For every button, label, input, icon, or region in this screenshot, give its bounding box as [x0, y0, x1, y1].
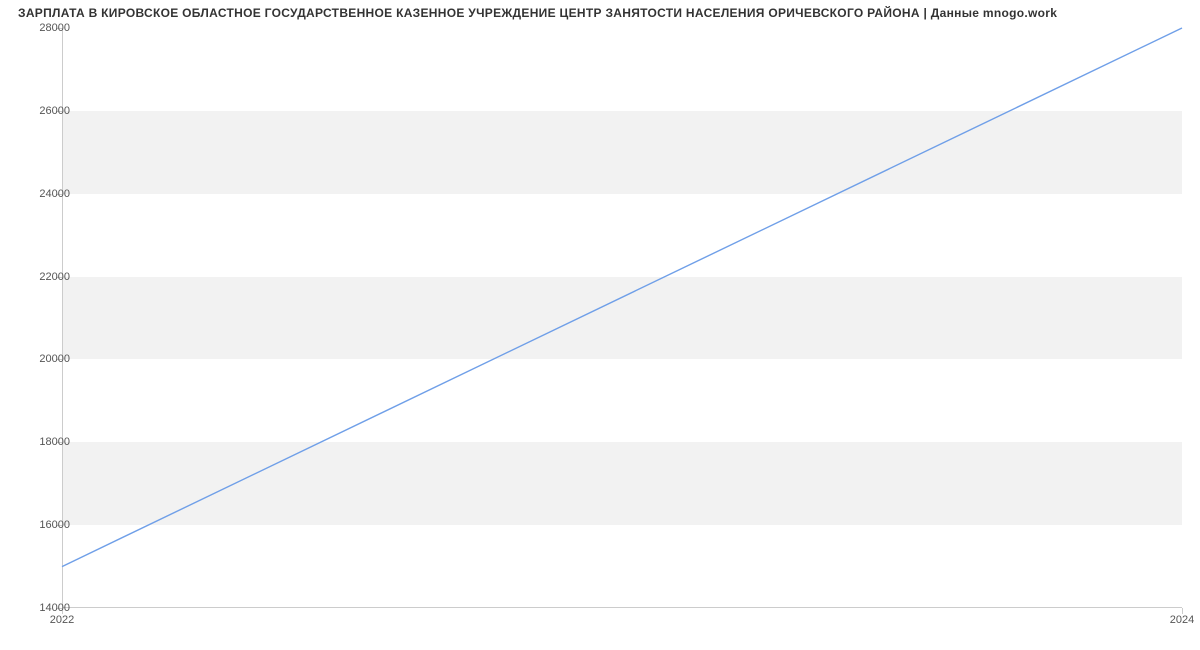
y-tick-label: 26000	[20, 105, 70, 117]
y-tick-label: 16000	[20, 519, 70, 531]
y-tick-label: 22000	[20, 271, 70, 283]
x-tick-label: 2022	[50, 614, 74, 626]
x-tick-label: 2024	[1170, 614, 1194, 626]
y-tick-label: 28000	[20, 22, 70, 34]
y-tick-label: 14000	[20, 602, 70, 614]
y-tick-label: 18000	[20, 436, 70, 448]
plot-area	[62, 28, 1182, 608]
y-tick-label: 24000	[20, 188, 70, 200]
chart-title: ЗАРПЛАТА В КИРОВСКОЕ ОБЛАСТНОЕ ГОСУДАРСТ…	[18, 6, 1057, 20]
y-tick-label: 20000	[20, 353, 70, 365]
salary-line-chart: ЗАРПЛАТА В КИРОВСКОЕ ОБЛАСТНОЕ ГОСУДАРСТ…	[0, 0, 1200, 630]
salary-line	[62, 28, 1182, 608]
